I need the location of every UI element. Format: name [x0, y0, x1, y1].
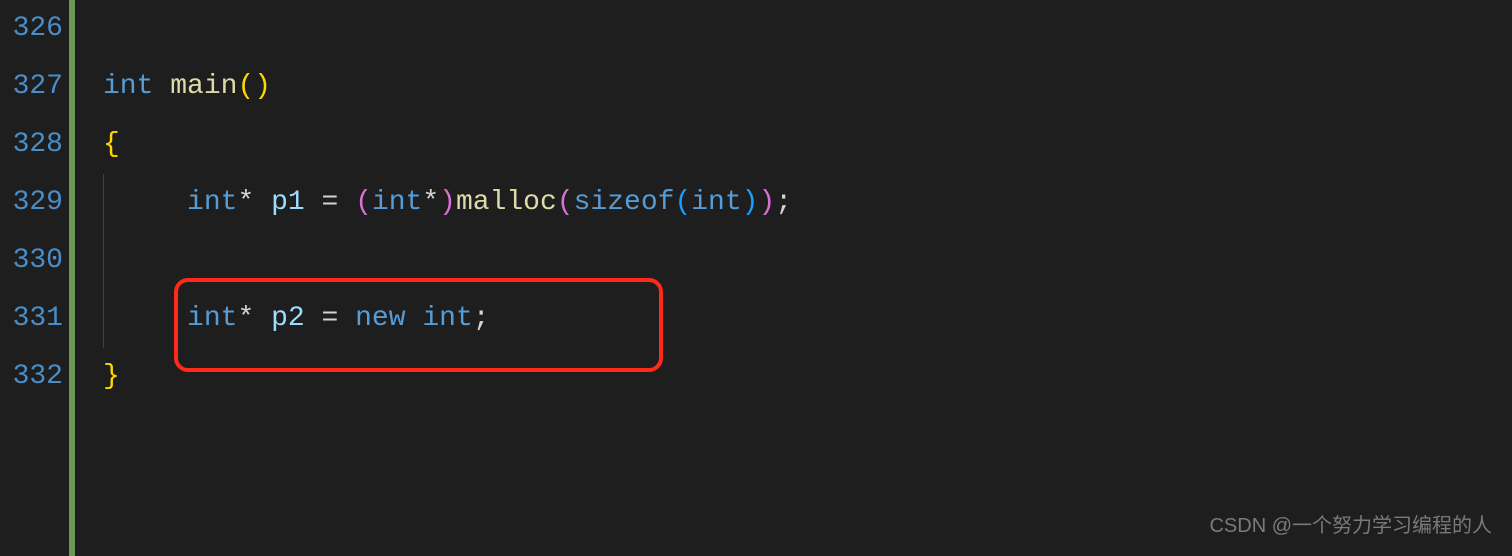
line-number: 332 [8, 348, 63, 406]
indent-guide [103, 174, 104, 232]
line-number: 328 [8, 116, 63, 174]
keyword-int: int [187, 303, 237, 334]
star-op: * [237, 303, 254, 334]
semicolon: ; [473, 303, 490, 334]
watermark-text: CSDN @一个努力学习编程的人 [1209, 509, 1492, 538]
paren-close: ) [742, 187, 759, 218]
code-line-327[interactable]: int main() [103, 58, 1512, 116]
paren-open: ( [355, 187, 372, 218]
function-name: main [170, 71, 237, 102]
line-number: 331 [8, 290, 63, 348]
keyword-new: new [355, 303, 405, 334]
keyword-int: int [372, 187, 422, 218]
code-line-331[interactable]: int* p2 = new int; [103, 290, 1512, 348]
star-op: * [237, 187, 254, 218]
code-line-328[interactable]: { [103, 116, 1512, 174]
paren-open: ( [557, 187, 574, 218]
line-number: 326 [8, 0, 63, 58]
code-line-332[interactable]: } [103, 348, 1512, 406]
code-line-330[interactable] [103, 232, 1512, 290]
paren-close: ) [758, 187, 775, 218]
paren-open: ( [674, 187, 691, 218]
indent-guide [103, 290, 104, 348]
keyword-sizeof: sizeof [574, 187, 675, 218]
semicolon: ; [775, 187, 792, 218]
code-editor[interactable]: 326 327 328 329 330 331 332 int main() {… [0, 0, 1512, 556]
identifier-p1: p1 [271, 187, 305, 218]
line-gutter: 326 327 328 329 330 331 332 [0, 0, 75, 556]
equals-op: = [321, 187, 338, 218]
keyword-int: int [422, 303, 472, 334]
keyword-int: int [691, 187, 741, 218]
brace-close: } [103, 361, 120, 392]
indent-guide [103, 232, 104, 290]
equals-op: = [321, 303, 338, 334]
paren-open: ( [237, 71, 254, 102]
line-number: 327 [8, 58, 63, 116]
code-line-326[interactable] [103, 0, 1512, 58]
code-line-329[interactable]: int* p1 = (int*)malloc(sizeof(int)); [103, 174, 1512, 232]
star-op: * [422, 187, 439, 218]
line-number: 330 [8, 232, 63, 290]
function-malloc: malloc [456, 187, 557, 218]
paren-close: ) [439, 187, 456, 218]
keyword-int: int [103, 71, 153, 102]
code-content[interactable]: int main() { int* p1 = (int*)malloc(size… [75, 0, 1512, 556]
line-number: 329 [8, 174, 63, 232]
keyword-int: int [187, 187, 237, 218]
brace-open: { [103, 129, 120, 160]
identifier-p2: p2 [271, 303, 305, 334]
paren-close: ) [254, 71, 271, 102]
